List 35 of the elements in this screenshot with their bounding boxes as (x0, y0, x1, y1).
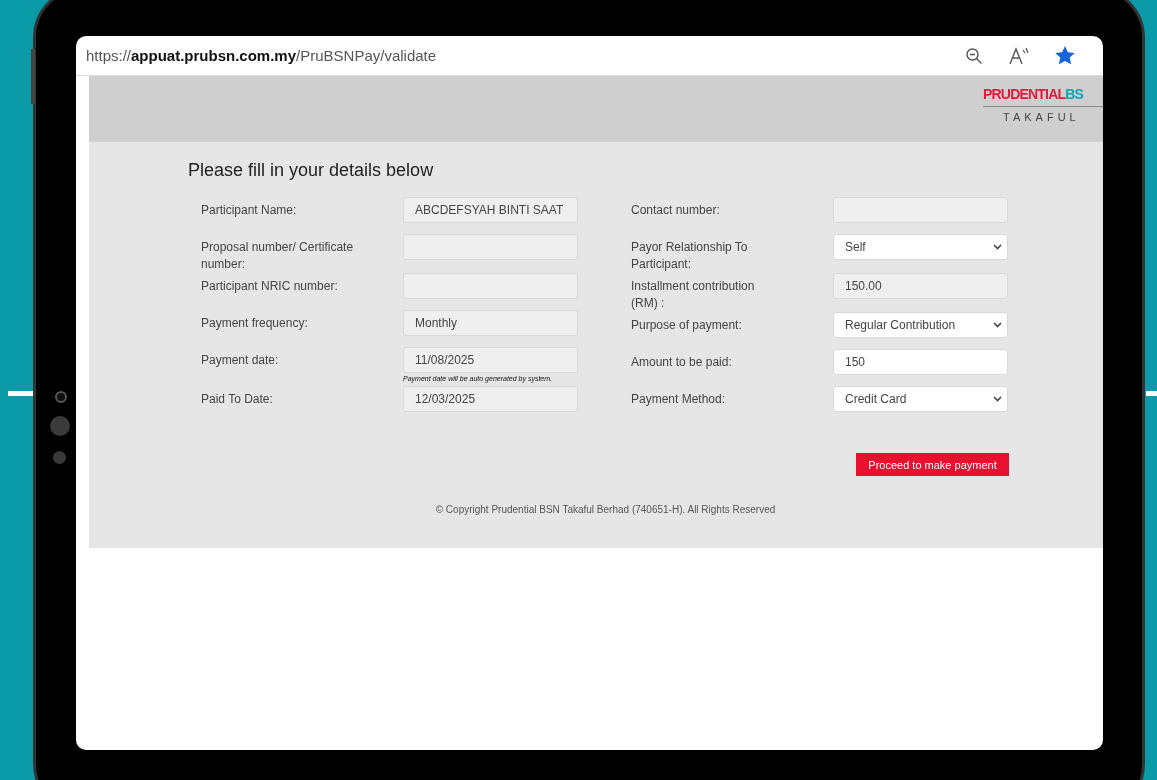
field-label: Proposal number/ Certificate number: (201, 239, 355, 273)
zoom-out-icon[interactable] (965, 46, 983, 65)
chevron-icon (993, 244, 1002, 250)
star-icon[interactable] (1055, 46, 1075, 65)
logo-text: BS (1065, 86, 1084, 102)
url-text[interactable]: https://appuat.prubsn.com.my/PruBSNPay/validate (86, 47, 437, 64)
field-label: Contact number: (631, 202, 721, 219)
field-label: Paid To Date: (201, 391, 274, 408)
field-label: Payment Method: (631, 391, 727, 408)
dropdown[interactable]: Credit Card (833, 386, 1008, 412)
text-field[interactable]: ABCDEFSYAH BINTI SAAT (403, 197, 578, 223)
camera-icon (55, 391, 67, 403)
chevron-icon (993, 396, 1002, 402)
text-field[interactable]: 11/08/2025 (403, 347, 578, 373)
field-label: Participant NRIC number: (201, 278, 339, 295)
field-label: Participant Name: (201, 202, 298, 219)
field-label: Installment contribution (RM) : (631, 278, 756, 312)
field-label: Amount to be paid: (631, 354, 733, 371)
chevron-icon (993, 322, 1002, 328)
logo-text: PRUDENTIAL (983, 86, 1066, 102)
text-field[interactable]: 12/03/2025 (403, 386, 578, 412)
field-label: Payor Relationship To Participant: (631, 239, 749, 273)
field-label: Payment frequency: (201, 315, 309, 332)
dropdown[interactable]: Self (833, 234, 1008, 260)
text-field[interactable]: 150.00 (833, 273, 1008, 299)
text-field[interactable]: 150 (833, 349, 1008, 375)
logo-subtitle: TAKAFUL (1003, 111, 1080, 123)
proceed-button[interactable]: Proceed to make payment (856, 453, 1009, 476)
text-field[interactable]: Monthly (403, 310, 578, 336)
field-label: Purpose of payment: (631, 317, 743, 334)
field-label: Payment date: (201, 352, 280, 369)
form-heading: Please fill in your details below (188, 160, 435, 181)
copyright-text: © Copyright Prudential BSN Takaful Berhad (740651-H). All Rights Reserved (434, 504, 777, 515)
dropdown[interactable]: Regular Contribution (833, 312, 1008, 338)
read-aloud-icon[interactable] (1009, 46, 1029, 65)
